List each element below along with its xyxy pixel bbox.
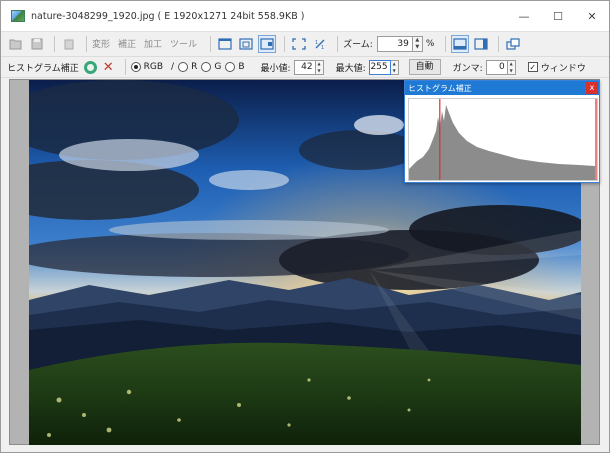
fit-image-icon[interactable] [237, 35, 255, 53]
histogram-graph[interactable] [408, 98, 598, 181]
toolbar-separator [284, 35, 286, 52]
maximize-button[interactable]: ☐ [541, 1, 575, 31]
histogram-shape [409, 105, 595, 180]
zoom-stepper[interactable]: ▲ ▼ [412, 35, 423, 52]
histogram-close-button[interactable]: x [586, 82, 598, 94]
window-controls: — ☐ ✕ [507, 1, 609, 31]
auto-button[interactable]: 自動 [408, 59, 441, 75]
radio-g-control[interactable] [201, 62, 212, 72]
radio-rgb[interactable]: RGB [130, 62, 164, 72]
x-icon[interactable]: ✕ [103, 61, 114, 74]
gamma-label: ガンマ: [452, 63, 483, 74]
fit-window-icon[interactable] [216, 35, 234, 53]
histogram-window: ヒストグラム補正 x [404, 80, 600, 183]
app-window: nature-3048299_1920.jpg ( E 1920x1271 24… [0, 0, 610, 453]
title-bar: nature-3048299_1920.jpg ( E 1920x1271 24… [1, 1, 609, 31]
zoom-unit: % [425, 38, 435, 49]
histogram-title: ヒストグラム補正 [7, 63, 79, 74]
image-viewer-icon [11, 10, 25, 22]
histogram-window-titlebar[interactable]: ヒストグラム補正 [405, 81, 599, 95]
fullscreen-icon[interactable] [290, 35, 308, 53]
window-checkbox-label: ウィンドウ [540, 63, 586, 74]
radio-rgb-label: RGB [143, 62, 164, 72]
radio-r-label: R [191, 62, 198, 72]
radio-b-control[interactable] [225, 62, 236, 72]
gamma-input[interactable]: 0 [485, 59, 508, 75]
channel-separator: / [171, 62, 175, 72]
min-label: 最小値: [260, 63, 291, 74]
toolbar-separator [337, 35, 339, 52]
radio-rgb-control[interactable] [130, 62, 141, 72]
window-title: nature-3048299_1920.jpg ( E 1920x1271 24… [31, 10, 305, 22]
menu-process[interactable]: 加工 [144, 37, 162, 50]
window-copy-icon[interactable] [504, 35, 522, 53]
radio-g-label: G [214, 62, 222, 72]
radio-r-control[interactable] [178, 62, 189, 72]
zoom-label: ズーム: [343, 40, 373, 50]
folder-open-icon[interactable] [7, 35, 25, 53]
radio-b-label: B [238, 62, 245, 72]
window-checkbox[interactable]: ✓ [527, 62, 538, 72]
min-stepper[interactable]: ▲ ▼ [315, 59, 324, 75]
menu-transform[interactable]: 変形 [92, 37, 110, 50]
check-circle-icon[interactable] [83, 60, 97, 74]
toolbar-separator [498, 35, 500, 52]
view-mode-b-icon[interactable] [472, 35, 490, 53]
toolbar-separator [86, 35, 87, 52]
save-icon[interactable] [28, 35, 46, 53]
min-input[interactable]: 42 [293, 59, 316, 75]
svg-text:1: 1 [315, 40, 318, 46]
histogram-svg [409, 99, 597, 180]
minimize-button[interactable]: — [507, 1, 541, 31]
view-mode-a-icon[interactable] [451, 34, 470, 53]
menu-tools[interactable]: ツール [170, 37, 197, 50]
radio-r[interactable]: R [178, 62, 197, 72]
trash-icon[interactable] [60, 35, 78, 53]
histogram-toolbar: ヒストグラム補正 ✕ RGB / R G B 最小値: 42 ▲ ▼ 最大値: 2… [1, 56, 609, 78]
close-button[interactable]: ✕ [575, 1, 609, 31]
menu-correction[interactable]: 補正 [118, 37, 136, 50]
max-label: 最大値: [335, 63, 366, 74]
toolbar-separator [54, 35, 55, 52]
ratio-icon[interactable]: 11 [311, 35, 329, 53]
main-toolbar: 変形 補正 加工 ツール 11 ズーム: 39 ▲ ▼ % [1, 31, 609, 55]
max-stepper[interactable]: ▲ ▼ [390, 59, 399, 75]
radio-b[interactable]: B [225, 62, 245, 72]
toolbar-separator [210, 35, 212, 52]
zoom-input[interactable]: 39 [376, 35, 413, 52]
toolbar-separator [445, 35, 447, 52]
actual-size-icon[interactable] [258, 34, 277, 53]
radio-g[interactable]: G [201, 62, 221, 72]
max-input[interactable]: 255 [368, 59, 391, 75]
toolbar-separator [124, 59, 126, 75]
svg-text:1: 1 [321, 45, 324, 50]
gamma-stepper[interactable]: ▲ ▼ [507, 59, 516, 75]
histogram-window-title: ヒストグラム補正 [408, 83, 472, 93]
